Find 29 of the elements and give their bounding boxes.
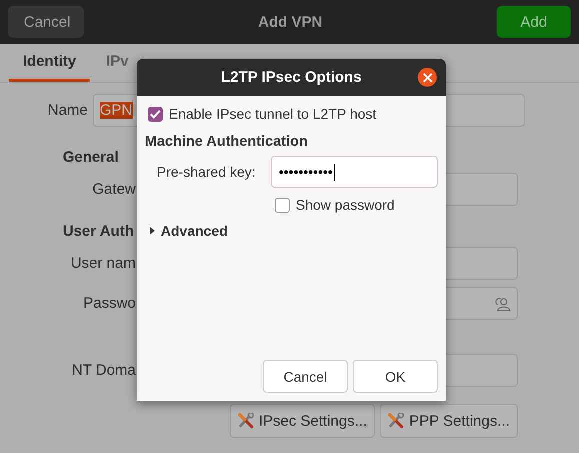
dialog-button[interactable]: OK (353, 360, 438, 393)
field-label: Gatew (92, 181, 136, 198)
cancel-button[interactable]: Cancel (8, 6, 84, 38)
checkbox-label[interactable]: Show password (296, 197, 395, 213)
close-button[interactable] (418, 68, 437, 87)
tools-icon (388, 413, 404, 429)
tools-icon (238, 413, 254, 429)
checkbox-label[interactable]: Enable IPsec tunnel to L2TP host (169, 106, 377, 122)
field-label: Name (46, 102, 89, 119)
settings-button[interactable]: PPP Settings... (380, 404, 518, 438)
pre-shared-key-field[interactable]: ••••••••••• (271, 156, 438, 188)
window-title: Add VPN (258, 14, 323, 30)
advanced-expander[interactable]: Advanced (145, 222, 234, 240)
checkbox[interactable] (148, 106, 163, 122)
dialog-button[interactable]: Cancel (263, 360, 348, 393)
field-label: NT Doma (71, 362, 136, 379)
field-label: Pre-shared key: (157, 164, 257, 180)
triangle-icon (150, 226, 156, 236)
dialog-title: L2TP IPsec Options (221, 69, 362, 86)
tab[interactable]: Identity (9, 44, 90, 82)
checkbox[interactable] (275, 198, 290, 212)
section-heading: General (63, 149, 119, 166)
field-label: Passwo (82, 295, 136, 312)
close-icon (422, 72, 432, 82)
person-icon[interactable] (495, 296, 511, 312)
section-heading: User Auth (63, 223, 134, 240)
settings-button[interactable]: IPsec Settings... (230, 404, 376, 438)
section-heading: Machine Authentication (145, 134, 309, 150)
field-label: User nam (70, 255, 136, 272)
